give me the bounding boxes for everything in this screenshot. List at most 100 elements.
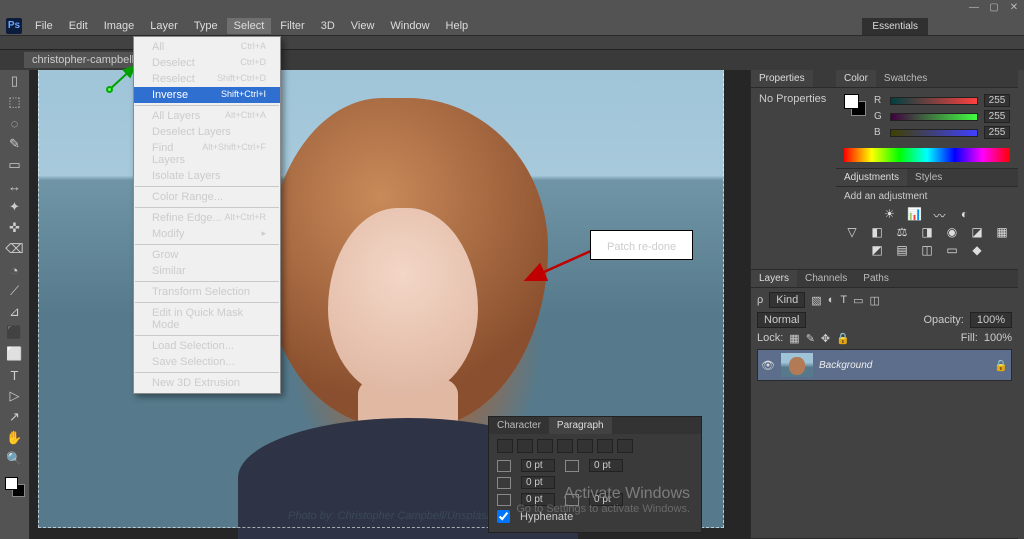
align-left-icon[interactable] xyxy=(497,439,513,453)
tool-icon[interactable]: ⟋ xyxy=(4,282,26,300)
filter-pixel-icon[interactable]: ▧ xyxy=(811,294,821,307)
menu-file[interactable]: File xyxy=(28,18,60,34)
opacity-value[interactable]: 100% xyxy=(970,312,1012,328)
tool-icon[interactable]: ⊿ xyxy=(4,303,26,321)
invert-icon[interactable]: ◩ xyxy=(869,243,885,257)
tool-icon[interactable]: ◔ xyxy=(4,261,26,279)
lock-icon[interactable]: 🔒 xyxy=(994,359,1008,372)
menu-select[interactable]: Select xyxy=(227,18,272,34)
collapsed-dock[interactable] xyxy=(1018,70,1024,539)
close-icon[interactable]: ✕ xyxy=(1008,2,1020,14)
tab-character[interactable]: Character xyxy=(489,417,549,434)
foreground-color-swatch[interactable] xyxy=(844,94,859,109)
menu-type[interactable]: Type xyxy=(187,18,225,34)
tool-icon[interactable]: ▯ xyxy=(4,72,26,90)
layer-row[interactable]: 👁 Background 🔒 xyxy=(757,349,1012,381)
tab-paths[interactable]: Paths xyxy=(855,270,897,287)
b-value[interactable]: 255 xyxy=(984,126,1010,139)
menu-3d[interactable]: 3D xyxy=(314,18,342,34)
justify-center-icon[interactable] xyxy=(577,439,593,453)
menu-view[interactable]: View xyxy=(344,18,382,34)
menu-item-save-selection[interactable]: Save Selection... xyxy=(134,354,280,370)
menu-layer[interactable]: Layer xyxy=(143,18,185,34)
tool-icon[interactable]: ✦ xyxy=(4,198,26,216)
maximize-icon[interactable]: ▢ xyxy=(988,2,1000,14)
menu-help[interactable]: Help xyxy=(439,18,476,34)
threshold-icon[interactable]: ◫ xyxy=(919,243,935,257)
tool-icon[interactable]: 🔍 xyxy=(4,450,26,468)
tool-icon[interactable]: ↔ xyxy=(4,177,26,195)
blend-mode-dropdown[interactable]: Normal xyxy=(757,312,806,328)
r-slider[interactable] xyxy=(890,97,978,105)
layers-panel[interactable]: Layers Channels Paths ρ Kind ▧ ◐ T ▭ ◫ N… xyxy=(751,270,1018,539)
minimize-icon[interactable]: — xyxy=(968,2,980,14)
tool-icon[interactable]: ⬚ xyxy=(4,93,26,111)
lock-image-icon[interactable]: ✎ xyxy=(806,332,815,345)
hue-icon[interactable]: ◧ xyxy=(869,225,885,239)
visibility-icon[interactable]: 👁 xyxy=(761,359,775,372)
menu-item-new-3d-extrusion[interactable]: New 3D Extrusion xyxy=(134,375,280,391)
select-menu-dropdown[interactable]: AllCtrl+ADeselectCtrl+DReselectShift+Ctr… xyxy=(133,36,281,394)
lock-position-icon[interactable]: ✥ xyxy=(821,332,830,345)
menu-item-similar[interactable]: Similar xyxy=(134,263,280,279)
tool-icon[interactable]: ◌ xyxy=(4,114,26,132)
tool-icon[interactable]: ▭ xyxy=(4,156,26,174)
menu-window[interactable]: Window xyxy=(383,18,436,34)
paragraph-panel[interactable]: Character Paragraph 0 pt 0 pt xyxy=(488,416,702,533)
posterize-icon[interactable]: ▤ xyxy=(894,243,910,257)
foreground-background-swatch[interactable] xyxy=(5,477,25,497)
tab-color[interactable]: Color xyxy=(836,70,876,87)
filter-kind-dropdown[interactable]: Kind xyxy=(769,292,805,308)
menu-item-edit-in-quick-mask-mode[interactable]: Edit in Quick Mask Mode xyxy=(134,305,280,333)
tab-adjustments[interactable]: Adjustments xyxy=(836,169,907,186)
tab-swatches[interactable]: Swatches xyxy=(876,70,935,87)
menu-item-deselect[interactable]: DeselectCtrl+D xyxy=(134,55,280,71)
menu-item-color-range[interactable]: Color Range... xyxy=(134,189,280,205)
tool-icon[interactable]: ↗ xyxy=(4,408,26,426)
g-value[interactable]: 255 xyxy=(984,110,1010,123)
tab-layers[interactable]: Layers xyxy=(751,270,797,287)
hyphenate-checkbox[interactable] xyxy=(497,510,510,523)
workspace-switcher[interactable]: Essentials xyxy=(862,16,928,36)
justify-left-icon[interactable] xyxy=(557,439,573,453)
colorbalance-icon[interactable]: ⚖ xyxy=(894,225,910,239)
filter-adjust-icon[interactable]: ◐ xyxy=(828,294,835,306)
colorlookup-icon[interactable]: ▦ xyxy=(994,225,1010,239)
color-panel[interactable]: Color Swatches R255 G255 B255 xyxy=(836,70,1018,169)
menu-item-modify[interactable]: Modify▸ xyxy=(134,226,280,242)
tool-icon[interactable]: T xyxy=(4,366,26,384)
filter-shape-icon[interactable]: ▭ xyxy=(853,294,863,307)
gradientmap-icon[interactable]: ▭ xyxy=(944,243,960,257)
channelmixer-icon[interactable]: ◪ xyxy=(969,225,985,239)
tool-icon[interactable]: ⬛ xyxy=(4,324,26,342)
color-swatches[interactable] xyxy=(844,94,866,116)
tool-icon[interactable]: ▷ xyxy=(4,387,26,405)
spectrum-ramp[interactable] xyxy=(844,148,1010,162)
indent-left-value[interactable]: 0 pt xyxy=(521,459,555,472)
filter-type-icon[interactable]: T xyxy=(840,294,847,306)
fill-value[interactable]: 100% xyxy=(984,332,1012,345)
tab-channels[interactable]: Channels xyxy=(797,270,855,287)
g-slider[interactable] xyxy=(890,113,978,121)
photofilter-icon[interactable]: ◉ xyxy=(944,225,960,239)
lock-all-icon[interactable]: 🔒 xyxy=(836,332,850,345)
menu-edit[interactable]: Edit xyxy=(62,18,95,34)
menu-item-inverse[interactable]: InverseShift+Ctrl+I xyxy=(134,87,280,103)
exposure-icon[interactable]: ◐ xyxy=(957,207,973,221)
properties-panel[interactable]: Properties No Properties xyxy=(751,70,836,270)
b-slider[interactable] xyxy=(890,129,978,137)
r-value[interactable]: 255 xyxy=(984,94,1010,107)
tab-properties[interactable]: Properties xyxy=(751,70,813,87)
menu-item-grow[interactable]: Grow xyxy=(134,247,280,263)
justify-right-icon[interactable] xyxy=(597,439,613,453)
tool-icon[interactable]: ✋ xyxy=(4,429,26,447)
menu-item-transform-selection[interactable]: Transform Selection xyxy=(134,284,280,300)
tool-icon[interactable]: ✎ xyxy=(4,135,26,153)
vibrance-icon[interactable]: ▽ xyxy=(844,225,860,239)
indent-right-value[interactable]: 0 pt xyxy=(589,459,623,472)
bw-icon[interactable]: ◨ xyxy=(919,225,935,239)
tab-styles[interactable]: Styles xyxy=(907,169,950,186)
filter-smart-icon[interactable]: ◫ xyxy=(870,294,880,307)
align-center-icon[interactable] xyxy=(517,439,533,453)
align-right-icon[interactable] xyxy=(537,439,553,453)
